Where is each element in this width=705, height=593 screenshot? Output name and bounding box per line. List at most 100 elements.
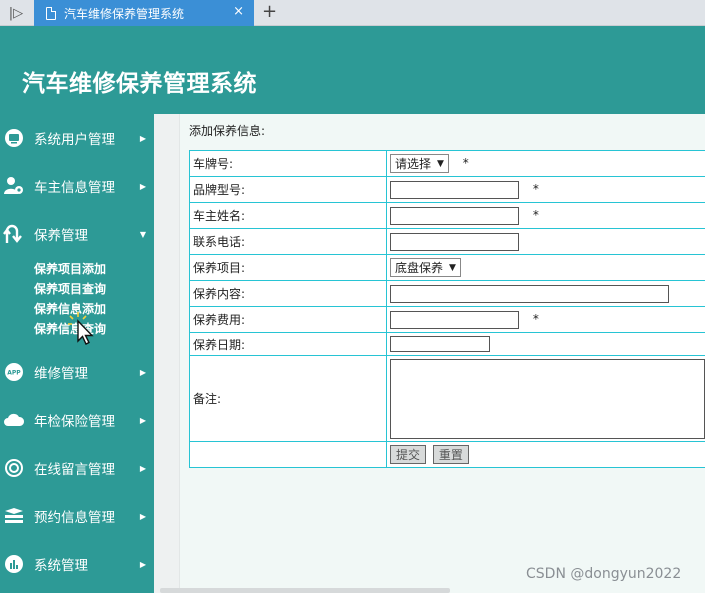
form-row-content: 保养内容: bbox=[189, 280, 705, 307]
phone-label: 联系电话: bbox=[189, 228, 387, 255]
app-title: 汽车维修保养管理系统 bbox=[22, 71, 257, 97]
maintenance-content-input[interactable] bbox=[390, 284, 669, 303]
sidebar-item-inspection-insurance[interactable]: 年检保险管理 ▶ bbox=[0, 400, 154, 440]
model-cell: * bbox=[386, 176, 705, 203]
mouse-cursor-icon bbox=[66, 310, 96, 350]
date-input[interactable] bbox=[390, 336, 490, 352]
chevron-right-icon: ▶ bbox=[139, 133, 146, 143]
user-monitor-icon bbox=[3, 127, 25, 149]
chevron-right-icon: ▶ bbox=[139, 415, 146, 425]
sidebar-item-appointments[interactable]: 预约信息管理 ▶ bbox=[0, 496, 154, 536]
horizontal-scrollbar[interactable] bbox=[160, 588, 450, 593]
required-mark: * bbox=[532, 208, 539, 222]
watermark: CSDN @dongyun2022 bbox=[526, 566, 682, 582]
app-icon-text: APP bbox=[7, 370, 21, 377]
remark-label: 备注: bbox=[189, 355, 387, 442]
fee-input[interactable] bbox=[390, 310, 519, 329]
required-mark: * bbox=[462, 156, 469, 170]
required-mark: * bbox=[532, 182, 539, 196]
cloud-icon bbox=[3, 409, 25, 431]
form-row-fee: 保养费用: * bbox=[189, 306, 705, 333]
u-turn-icon bbox=[3, 223, 25, 245]
fee-cell: * bbox=[386, 306, 705, 333]
submit-button[interactable]: 提交 bbox=[390, 445, 427, 464]
browser-tab-bar: |▷ 汽车维修保养管理系统 × + bbox=[0, 0, 705, 26]
plate-select-value: 请选择 bbox=[395, 157, 432, 171]
model-input[interactable] bbox=[390, 180, 519, 199]
form-row-item: 保养项目: 底盘保养 ▼ bbox=[189, 254, 705, 281]
item-select[interactable]: 底盘保养 ▼ bbox=[390, 258, 461, 277]
sidebar-item-label: 保养管理 bbox=[34, 228, 88, 244]
form-row-remark: 备注: bbox=[189, 355, 705, 442]
required-mark: * bbox=[532, 312, 539, 326]
chevron-down-icon: ▼ bbox=[139, 229, 146, 239]
chart-icon bbox=[3, 553, 25, 575]
user-gear-icon bbox=[3, 175, 25, 197]
layers-icon bbox=[3, 505, 25, 527]
dropdown-caret-icon: ▼ bbox=[449, 262, 456, 273]
item-select-value: 底盘保养 bbox=[395, 261, 444, 275]
sidebar-item-label: 在线留言管理 bbox=[34, 462, 115, 478]
owner-name-input[interactable] bbox=[390, 206, 519, 225]
sidebar: 系统用户管理 ▶ 车主信息管理 ▶ 保养管理 ▼ 保养项目添加 保养项目查询 保… bbox=[0, 114, 154, 593]
sidebar-item-label: 系统管理 bbox=[34, 558, 88, 574]
form-row-model: 品牌型号: * bbox=[189, 176, 705, 203]
actions-cell: 提交 重置 bbox=[386, 441, 705, 468]
phone-input[interactable] bbox=[390, 232, 519, 251]
plate-select[interactable]: 请选择 ▼ bbox=[390, 154, 449, 173]
form-heading: 添加保养信息: bbox=[189, 124, 266, 138]
sidebar-item-label: 系统用户管理 bbox=[34, 132, 115, 148]
content-left-gutter bbox=[154, 114, 180, 593]
sidebar-item-label: 预约信息管理 bbox=[34, 510, 115, 526]
sidebar-item-messages[interactable]: 在线留言管理 ▶ bbox=[0, 448, 154, 488]
content-label: 保养内容: bbox=[189, 280, 387, 307]
submenu-item-add-project[interactable]: 保养项目添加 bbox=[34, 259, 106, 279]
form-row-owner: 车主姓名: * bbox=[189, 202, 705, 229]
plate-cell: 请选择 ▼ * bbox=[386, 150, 705, 177]
remark-cell bbox=[386, 355, 705, 442]
sidebar-item-label: 车主信息管理 bbox=[34, 180, 115, 196]
sidebar-item-owner-info[interactable]: 车主信息管理 ▶ bbox=[0, 166, 154, 206]
sidebar-item-system[interactable]: 系统管理 ▶ bbox=[0, 544, 154, 584]
item-cell: 底盘保养 ▼ bbox=[386, 254, 705, 281]
tab-title: 汽车维修保养管理系统 bbox=[64, 6, 185, 21]
page-icon bbox=[46, 6, 56, 20]
browser-tab-active[interactable]: 汽车维修保养管理系统 × bbox=[34, 0, 254, 26]
date-label: 保养日期: bbox=[189, 332, 387, 356]
form-row-date: 保养日期: bbox=[189, 332, 705, 356]
item-label: 保养项目: bbox=[189, 254, 387, 281]
date-cell bbox=[386, 332, 705, 356]
chevron-right-icon: ▶ bbox=[139, 463, 146, 473]
submenu-item-query-project[interactable]: 保养项目查询 bbox=[34, 279, 106, 299]
form-row-phone: 联系电话: bbox=[189, 228, 705, 255]
maintenance-form: 车牌号: 请选择 ▼ * 品牌型号: * 车主姓名: * 联系电话: 保养项目: … bbox=[189, 150, 705, 468]
settings-icon bbox=[3, 457, 25, 479]
reset-button[interactable]: 重置 bbox=[432, 445, 469, 464]
owner-cell: * bbox=[386, 202, 705, 229]
content-cell bbox=[386, 280, 705, 307]
form-row-actions: 提交 重置 bbox=[189, 441, 705, 468]
sidebar-item-system-users[interactable]: 系统用户管理 ▶ bbox=[0, 118, 154, 158]
fee-label: 保养费用: bbox=[189, 306, 387, 333]
app-header: 汽车维修保养管理系统 bbox=[0, 26, 705, 114]
remark-textarea[interactable] bbox=[390, 358, 705, 439]
plus-icon[interactable]: + bbox=[262, 1, 277, 22]
app-icon: APP bbox=[3, 361, 25, 383]
form-row-plate: 车牌号: 请选择 ▼ * bbox=[189, 150, 705, 177]
sidebar-item-label: 年检保险管理 bbox=[34, 414, 115, 430]
plate-label: 车牌号: bbox=[189, 150, 387, 177]
phone-cell bbox=[386, 228, 705, 255]
sidebar-item-label: 维修管理 bbox=[34, 366, 88, 382]
sidebar-item-repair[interactable]: APP 维修管理 ▶ bbox=[0, 352, 154, 392]
actions-empty-cell bbox=[189, 441, 387, 468]
sidebar-toggle-icon[interactable]: |▷ bbox=[0, 0, 32, 26]
sidebar-item-maintenance[interactable]: 保养管理 ▼ bbox=[0, 214, 154, 254]
owner-label: 车主姓名: bbox=[189, 202, 387, 229]
chevron-right-icon: ▶ bbox=[139, 181, 146, 191]
dropdown-caret-icon: ▼ bbox=[437, 158, 444, 169]
chevron-right-icon: ▶ bbox=[139, 511, 146, 521]
chevron-right-icon: ▶ bbox=[139, 367, 146, 377]
model-label: 品牌型号: bbox=[189, 176, 387, 203]
close-icon[interactable]: × bbox=[233, 4, 244, 19]
chevron-right-icon: ▶ bbox=[139, 559, 146, 569]
